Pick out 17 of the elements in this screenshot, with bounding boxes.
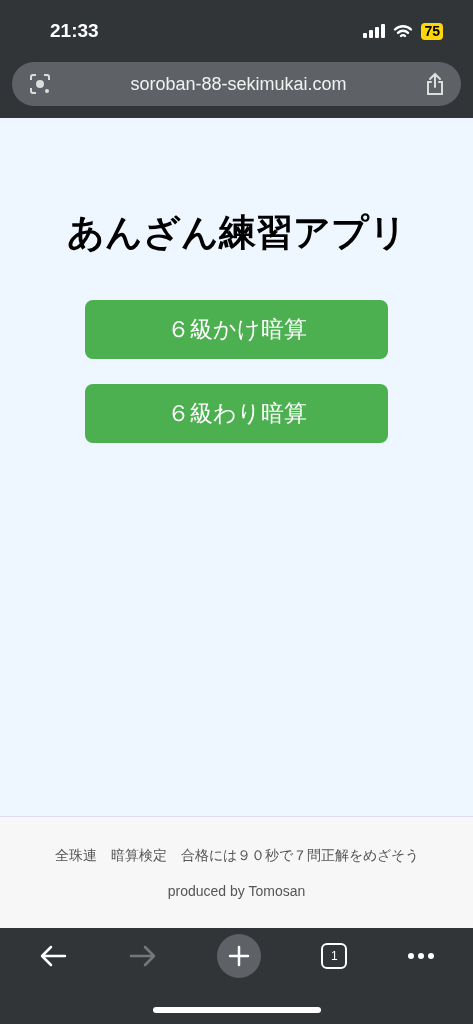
status-time: 21:33 (50, 20, 99, 42)
signal-icon (363, 24, 386, 38)
wifi-icon (393, 23, 414, 39)
practice-button[interactable]: ６級かけ暗算 (85, 300, 388, 359)
share-icon[interactable] (425, 72, 445, 96)
new-tab-button[interactable] (217, 934, 262, 978)
footer-credit: produced by Tomosan (167, 882, 306, 899)
battery-level: 75 (421, 22, 443, 40)
plus-icon (228, 945, 251, 967)
more-button[interactable] (407, 952, 436, 960)
tab-count-button[interactable]: 1 (321, 943, 348, 969)
address-bar[interactable]: soroban-88-sekimukai.com (12, 62, 461, 106)
practice-button[interactable]: ６級わり暗算 (85, 384, 388, 443)
footer-note: 全珠連 暗算検定 合格には９０秒で７問正解をめざそう (54, 846, 419, 865)
page-title: あんざん練習アプリ (66, 211, 407, 255)
url-text: soroban-88-sekimukai.com (130, 73, 347, 95)
lens-icon[interactable] (28, 72, 52, 96)
